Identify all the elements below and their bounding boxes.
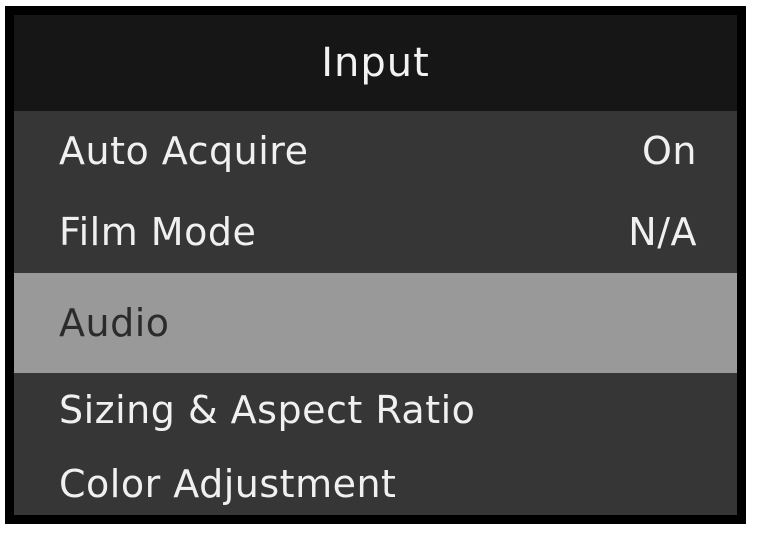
menu-item-value: N/A [628,210,697,254]
menu-item-audio[interactable]: Audio [14,273,737,373]
menu-item-label: Film Mode [59,210,257,254]
menu-item-film-mode[interactable]: Film Mode N/A [14,191,737,273]
menu-header: Input [14,15,737,111]
menu-item-label: Audio [59,301,170,345]
osd-menu-panel: Input Auto Acquire On Film Mode N/A Audi… [14,15,737,515]
menu-list: Auto Acquire On Film Mode N/A Audio Sizi… [14,111,737,515]
menu-item-auto-acquire[interactable]: Auto Acquire On [14,111,737,191]
menu-item-color-adjustment[interactable]: Color Adjustment [14,447,737,515]
menu-item-value: On [642,129,697,173]
menu-item-label: Color Adjustment [59,462,397,506]
osd-menu-frame: Input Auto Acquire On Film Mode N/A Audi… [5,6,746,524]
menu-item-sizing-aspect-ratio[interactable]: Sizing & Aspect Ratio [14,373,737,447]
menu-item-label: Sizing & Aspect Ratio [59,388,476,432]
menu-item-label: Auto Acquire [59,129,309,173]
menu-title: Input [321,40,430,86]
